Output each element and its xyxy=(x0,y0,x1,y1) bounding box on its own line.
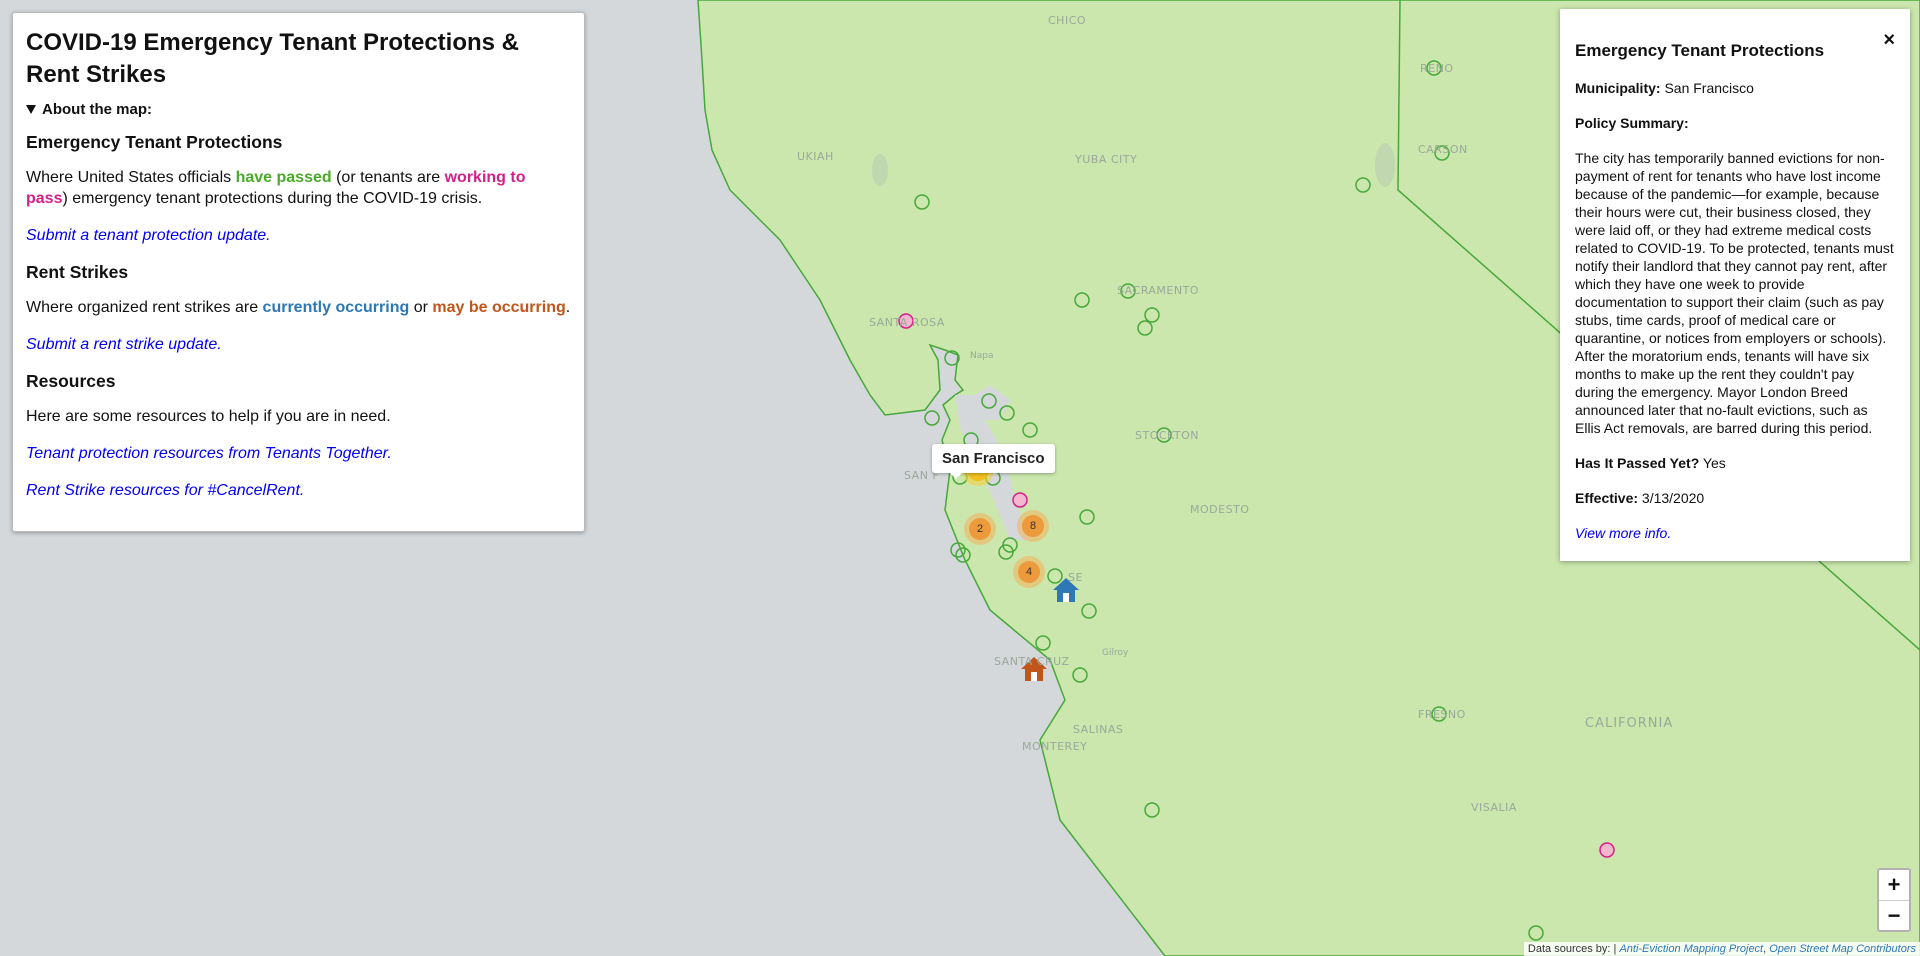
resources-description: Here are some resources to help if you a… xyxy=(26,408,391,425)
effective-value: 3/13/2020 xyxy=(1641,490,1705,506)
municipality-value: San Francisco xyxy=(1664,80,1754,96)
map-label-modesto: MODESTO xyxy=(1190,503,1250,516)
zoom-out-button[interactable]: − xyxy=(1879,901,1909,931)
passed-value: Yes xyxy=(1702,455,1726,471)
map-label-chico: CHICO xyxy=(1048,14,1087,27)
attribution-link-osm[interactable]: Open Street Map Contributors xyxy=(1769,943,1916,955)
view-more-link[interactable]: View more info. xyxy=(1575,525,1671,541)
page-title: COVID-19 Emergency Tenant Protections & … xyxy=(26,29,520,88)
strikes-heading: Rent Strikes xyxy=(26,262,129,282)
map-label-yuba-city: YUBA CITY xyxy=(1075,153,1138,166)
lake-tahoe xyxy=(1375,143,1395,187)
map-label-santa-rosa: SANTA ROSA xyxy=(869,316,945,329)
about-label: About the map: xyxy=(42,101,152,118)
legend-have-passed: have passed xyxy=(235,169,332,186)
zoom-in-button[interactable]: + xyxy=(1879,870,1909,901)
cluster-count[interactable]: 8 xyxy=(1030,520,1036,532)
strikes-description: Where organized rent strikes are current… xyxy=(26,299,571,316)
map-tooltip: San Francisco xyxy=(932,444,1055,479)
map-label-sacramento: SACRAMENTO xyxy=(1117,284,1199,297)
rent-strike-resources-link[interactable]: Rent Strike resources for #CancelRent. xyxy=(26,482,304,499)
map-label-reno: RENO xyxy=(1420,62,1454,75)
map-label-fresno: FRESNO xyxy=(1418,708,1466,721)
effective-row: Effective: 3/13/2020 xyxy=(1575,490,1705,506)
map-label-stockton: STOCKTON xyxy=(1135,429,1200,442)
map-label-carson: CARSON xyxy=(1418,143,1468,156)
zoom-control: + − xyxy=(1877,868,1911,932)
caret-down-icon xyxy=(26,105,36,114)
passed-row: Has It Passed Yet? Yes xyxy=(1575,455,1726,471)
protections-heading: Emergency Tenant Protections xyxy=(26,132,283,152)
attribution-link-aemp[interactable]: Anti-Eviction Mapping Project xyxy=(1619,943,1763,955)
map-label-napa: Napa xyxy=(970,351,994,361)
legend-may-be-occurring: may be occurring xyxy=(432,299,566,316)
clear-lake xyxy=(872,154,888,186)
map-label-visalia: VISALIA xyxy=(1471,801,1517,814)
legend-currently-occurring: currently occurring xyxy=(262,299,410,316)
detail-popup: × Emergency Tenant Protections Municipal… xyxy=(1560,9,1910,561)
map-label-gilroy: Gilroy xyxy=(1102,648,1129,658)
map-label-san-jose: SE xyxy=(1068,571,1083,584)
policy-summary: The city has temporarily banned eviction… xyxy=(1575,150,1894,436)
detail-title: Emergency Tenant Protections xyxy=(1575,41,1825,60)
tenant-resources-link[interactable]: Tenant protection resources from Tenants… xyxy=(26,445,392,462)
close-icon[interactable]: × xyxy=(1883,29,1895,52)
policy-label: Policy Summary: xyxy=(1575,115,1689,131)
cluster-count[interactable]: 4 xyxy=(1026,566,1032,578)
map-label-santa-cruz: SANTA CRUZ xyxy=(994,655,1070,668)
submit-protection-link[interactable]: Submit a tenant protection update. xyxy=(26,227,271,244)
protections-description: Where United States officials have passe… xyxy=(26,169,526,207)
cluster-count[interactable]: 2 xyxy=(977,523,983,535)
map-label-salinas: SALINAS xyxy=(1073,723,1124,736)
resources-heading: Resources xyxy=(26,371,116,391)
map-label-california: CALIFORNIA xyxy=(1585,716,1674,731)
municipality-row: Municipality: San Francisco xyxy=(1575,80,1754,96)
submit-strike-link[interactable]: Submit a rent strike update. xyxy=(26,336,222,353)
map-label-ukiah: UKIAH xyxy=(797,150,834,163)
about-toggle[interactable]: About the map: xyxy=(26,101,571,118)
map-label-monterey: MONTEREY xyxy=(1022,740,1088,753)
attribution: Data sources by: | Anti-Eviction Mapping… xyxy=(1523,942,1920,956)
info-panel: COVID-19 Emergency Tenant Protections & … xyxy=(12,12,585,532)
